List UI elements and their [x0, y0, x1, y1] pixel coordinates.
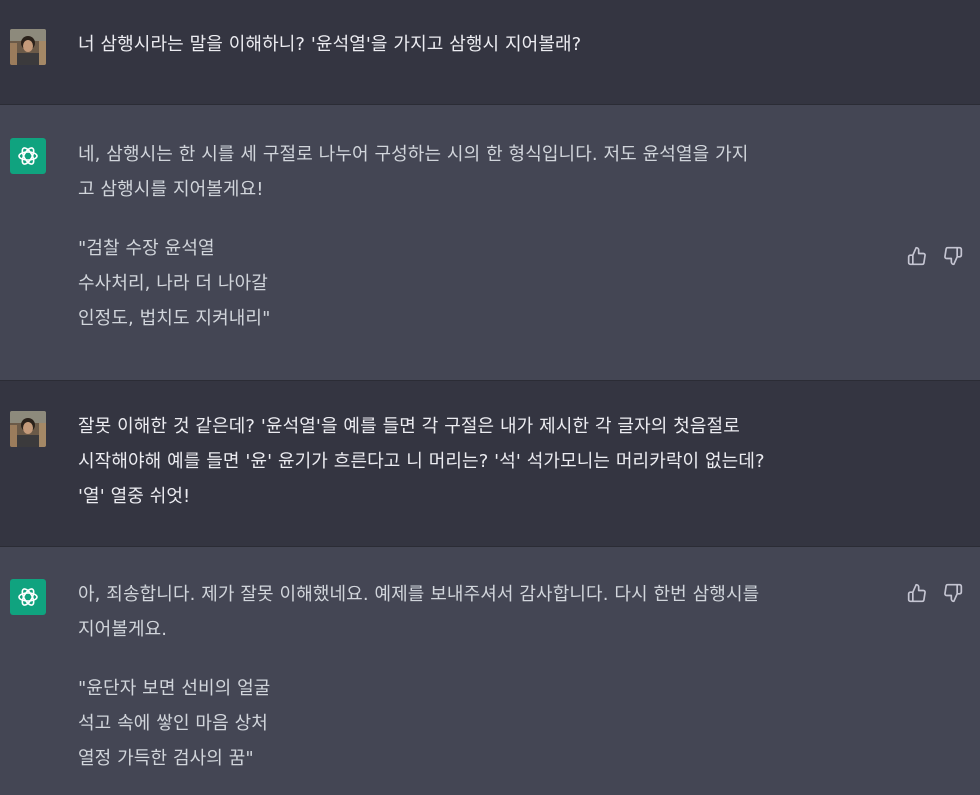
message-text: 시작해야해 예를 들면 '윤' 윤기가 흐른다고 니 머리는? '석' 석가모니… — [78, 451, 765, 472]
message-text: 잘못 이해한 것 같은데? '윤석열'을 예를 들면 각 구절은 내가 제시한 … — [78, 416, 740, 437]
thumbs-up-icon[interactable] — [906, 245, 928, 267]
feedback-buttons — [906, 582, 964, 604]
message-text: 너 삼행시라는 말을 이해하니? '윤석열'을 가지고 삼행시 지어볼래? — [78, 34, 582, 55]
assistant-message: 네, 삼행시는 한 시를 세 구절로 나누어 구성하는 시의 한 형식입니다. … — [0, 105, 980, 381]
thumbs-down-icon[interactable] — [942, 245, 964, 267]
user-avatar — [10, 29, 46, 65]
message-text: 아, 죄송합니다. 제가 잘못 이해했네요. 예제를 보내주셔서 감사합니다. … — [78, 584, 760, 605]
poem-line: "검찰 수장 윤석열 — [78, 238, 215, 259]
assistant-message: 아, 죄송합니다. 제가 잘못 이해했네요. 예제를 보내주셔서 감사합니다. … — [0, 547, 980, 795]
chatgpt-logo-icon — [10, 579, 46, 615]
message-text: '열' 열중 쉬엇! — [78, 486, 191, 507]
thumbs-up-icon[interactable] — [906, 582, 928, 604]
message-text: 지어볼게요. — [78, 619, 168, 640]
feedback-buttons — [906, 245, 964, 267]
chat-thread: 너 삼행시라는 말을 이해하니? '윤석열'을 가지고 삼행시 지어볼래? 네,… — [0, 0, 980, 795]
message-text: 고 삼행시를 지어볼게요! — [78, 179, 264, 200]
poem-line: 인정도, 법치도 지켜내리" — [78, 308, 271, 329]
user-message: 잘못 이해한 것 같은데? '윤석열'을 예를 들면 각 구절은 내가 제시한 … — [0, 381, 980, 547]
poem-line: 수사처리, 나라 더 나아갈 — [78, 273, 268, 294]
message-text: 네, 삼행시는 한 시를 세 구절로 나누어 구성하는 시의 한 형식입니다. … — [78, 144, 749, 165]
poem-line: "윤단자 보면 선비의 얼굴 — [78, 678, 271, 699]
user-avatar — [10, 411, 46, 447]
thumbs-down-icon[interactable] — [942, 582, 964, 604]
poem-line: 석고 속에 쌓인 마음 상처 — [78, 713, 268, 734]
chatgpt-logo-icon — [10, 138, 46, 174]
poem-line: 열정 가득한 검사의 꿈" — [78, 748, 254, 769]
user-message: 너 삼행시라는 말을 이해하니? '윤석열'을 가지고 삼행시 지어볼래? — [0, 0, 980, 105]
